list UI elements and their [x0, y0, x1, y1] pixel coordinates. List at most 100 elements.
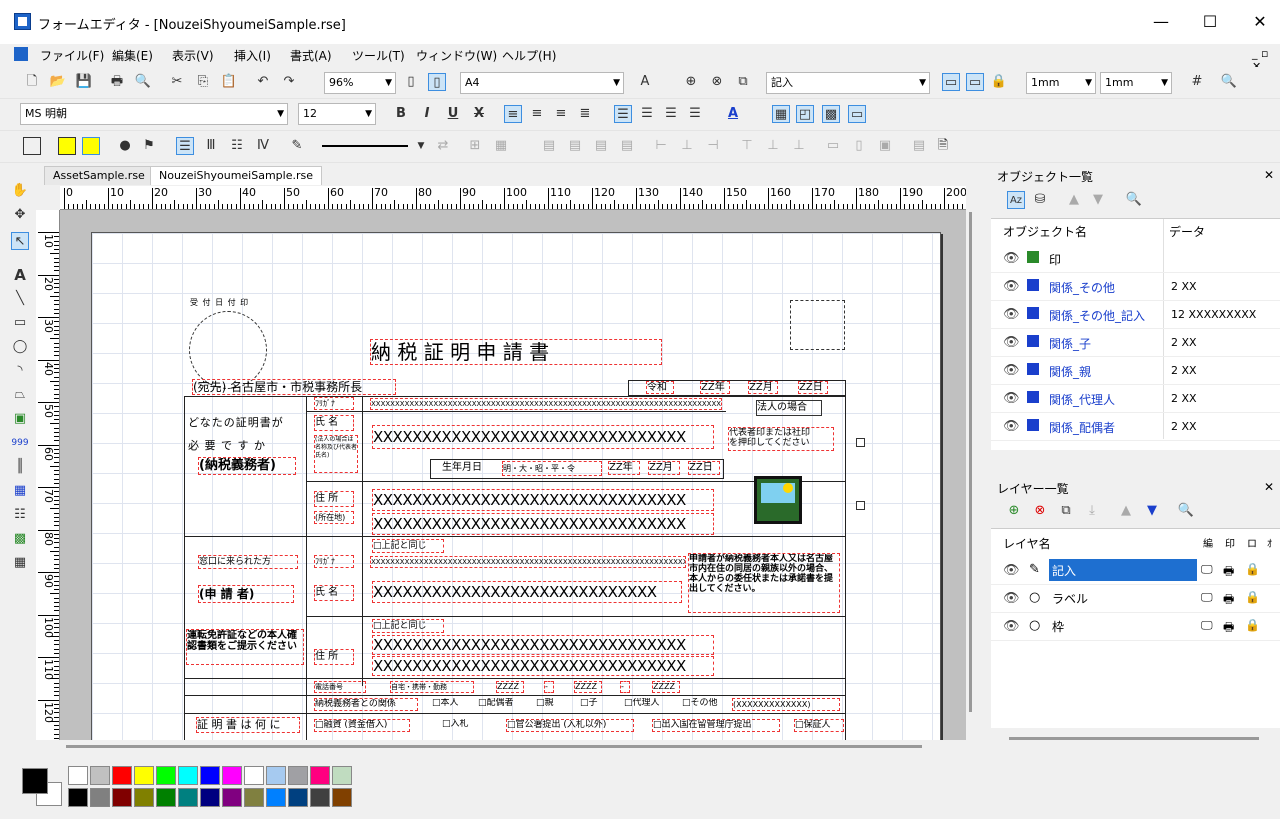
- align-middle-obj-icon[interactable]: ⊥: [764, 137, 782, 155]
- name-label-1[interactable]: 氏 名: [314, 415, 354, 431]
- fill-yellow-selected-icon[interactable]: [82, 137, 100, 155]
- rect-tool-icon[interactable]: ▭: [11, 314, 29, 332]
- palette-swatch[interactable]: [156, 766, 176, 785]
- minimize-button[interactable]: —: [1146, 10, 1176, 34]
- corp-label[interactable]: 法人の場合: [756, 400, 822, 416]
- phone-dash-1[interactable]: -: [544, 681, 554, 693]
- line-style-4-icon[interactable]: Ⅳ: [254, 137, 272, 155]
- size-3-icon[interactable]: ▣: [876, 137, 894, 155]
- palette-swatch[interactable]: [90, 788, 110, 807]
- visibility-eye-icon[interactable]: 👁: [1003, 251, 1020, 266]
- date-day[interactable]: ZZ日: [798, 381, 828, 394]
- menu-tools[interactable]: ツール(T): [352, 47, 405, 64]
- same-2[interactable]: □上記と同じ: [372, 619, 444, 633]
- visibility-eye-icon[interactable]: 👁: [1003, 279, 1020, 294]
- table-tool-icon[interactable]: ▦: [11, 482, 29, 500]
- strike-icon[interactable]: X: [470, 105, 488, 123]
- print-icon[interactable]: 🖶: [108, 73, 126, 91]
- address-label-1[interactable]: 住 所: [314, 491, 354, 507]
- layer-hscroll[interactable]: [991, 732, 1280, 746]
- tab-asset-sample[interactable]: AssetSample.rse: [44, 166, 154, 185]
- edit-enabled-icon[interactable]: 🖵: [1201, 618, 1213, 633]
- merge-layer-icon[interactable]: ⤓: [1083, 502, 1101, 520]
- name-corp-label[interactable]: (法人の場合は名称及び代表者氏名): [314, 435, 358, 473]
- birth-day[interactable]: ZZ日: [688, 461, 720, 475]
- text-tool-icon[interactable]: A: [11, 266, 29, 284]
- phone-kind[interactable]: 自宅・携帯・勤務: [390, 681, 474, 693]
- align-left-obj-icon[interactable]: ⊢: [652, 137, 670, 155]
- order-2-icon[interactable]: ▤: [566, 137, 584, 155]
- whole-page-icon[interactable]: ▯: [428, 73, 446, 91]
- preview-icon[interactable]: 🔍: [134, 73, 152, 91]
- align-right-icon[interactable]: ≡: [552, 105, 570, 123]
- zoom-select[interactable]: 96% ▼: [324, 72, 396, 94]
- align-bottom-obj-icon[interactable]: ⊥: [790, 137, 808, 155]
- design-canvas[interactable]: 受 付 日 付 印 納 税 証 明 申 請 書 (宛先) 名古屋市・市税事務所長…: [60, 210, 966, 740]
- move-icon[interactable]: ✥: [11, 206, 29, 224]
- polygon-tool-icon[interactable]: ⏢: [11, 386, 29, 404]
- phone-part-1[interactable]: ZZZZ: [496, 681, 524, 693]
- cut-icon[interactable]: ✂: [168, 73, 186, 91]
- sort-az-icon[interactable]: Az: [1007, 191, 1025, 209]
- fg-color[interactable]: [22, 768, 48, 794]
- address-to[interactable]: (宛先) 名古屋市・市税事務所長: [192, 379, 396, 395]
- object-find-icon[interactable]: 🔍: [1125, 191, 1143, 209]
- address-label-corp[interactable]: (所在地): [314, 511, 354, 524]
- form-title[interactable]: 納 税 証 明 申 請 書: [370, 339, 662, 365]
- date-year[interactable]: ZZ年: [700, 381, 730, 394]
- object-panel-close[interactable]: ✕: [1264, 168, 1274, 182]
- address-value-1b[interactable]: XXXXXXXXXXXXXXXXXXXXXXXXXXXXXXXX: [372, 513, 714, 535]
- align-top-obj-icon[interactable]: ⊤: [738, 137, 756, 155]
- print-enabled-icon[interactable]: 🖶: [1223, 590, 1234, 611]
- valign-middle-icon[interactable]: ☰: [638, 105, 656, 123]
- underline-icon[interactable]: U: [444, 105, 462, 123]
- valign-top-icon[interactable]: ☰: [614, 105, 632, 123]
- layer-up-icon[interactable]: ▲: [1117, 502, 1135, 520]
- shape-flag-icon[interactable]: ⚑: [140, 137, 158, 155]
- palette-swatch[interactable]: [112, 766, 132, 785]
- visibility-eye-icon[interactable]: 👁: [1003, 307, 1020, 322]
- rel-self[interactable]: □本人: [432, 698, 470, 711]
- visibility-eye-icon[interactable]: 👁: [1003, 419, 1020, 434]
- object-row[interactable]: 👁 関係_代理人 2 XX: [991, 385, 1280, 413]
- visibility-eye-icon[interactable]: 👁: [1003, 563, 1020, 578]
- id-note[interactable]: 運転免許証などの本人確認書類をご提示ください: [186, 629, 304, 665]
- properties-icon[interactable]: 🗎: [934, 137, 952, 155]
- vertical-scrollbar[interactable]: [966, 186, 976, 740]
- layer-select[interactable]: 記入 ▼: [766, 72, 930, 94]
- font-color-icon[interactable]: A: [724, 105, 742, 123]
- table-icon[interactable]: ⊞: [466, 137, 484, 155]
- menu-format[interactable]: 書式(A): [290, 47, 332, 64]
- use-gov[interactable]: □官公署提出 (入札以外): [506, 719, 634, 732]
- move-up-icon[interactable]: ▲: [1065, 191, 1083, 209]
- object-row[interactable]: 👁 関係_親 2 XX: [991, 357, 1280, 385]
- paper-setting-icon[interactable]: A: [636, 73, 654, 91]
- order-3-icon[interactable]: ▤: [592, 137, 610, 155]
- italic-icon[interactable]: I: [418, 105, 436, 123]
- barcode-tool-icon[interactable]: ║: [11, 458, 29, 476]
- visibility-eye-icon[interactable]: 👁: [1003, 363, 1020, 378]
- tab-nouzei-sample[interactable]: NouzeiShyoumeiSample.rse: [150, 166, 322, 185]
- layer-toggle-icon[interactable]: ○: [1029, 618, 1040, 633]
- line-style-2-icon[interactable]: Ⅲ: [202, 137, 220, 155]
- align-right-obj-icon[interactable]: ⊣: [704, 137, 722, 155]
- address-value-2b[interactable]: XXXXXXXXXXXXXXXXXXXXXXXXXXXXXXXX: [372, 656, 714, 676]
- furigana-label-1[interactable]: ﾌﾘｶﾞﾅ: [314, 397, 354, 410]
- palette-swatch[interactable]: [178, 788, 198, 807]
- palette-swatch[interactable]: [288, 788, 308, 807]
- relation-label[interactable]: 納税義務者との関係: [314, 698, 418, 711]
- address-value-2a[interactable]: XXXXXXXXXXXXXXXXXXXXXXXXXXXXXXXX: [372, 635, 714, 655]
- rel-other-value[interactable]: (XXXXXXXXXXXXX): [732, 698, 840, 711]
- date-month[interactable]: ZZ月: [748, 381, 778, 394]
- align-objects-icon[interactable]: ⇄: [434, 137, 452, 155]
- object-hscroll[interactable]: [991, 452, 1280, 462]
- line-style-3-icon[interactable]: ☷: [228, 137, 246, 155]
- line-width-dropdown-icon[interactable]: ▼: [412, 137, 430, 155]
- fill-yellow-icon[interactable]: [58, 137, 76, 155]
- menu-insert[interactable]: 挿入(I): [234, 47, 271, 64]
- edit-enabled-icon[interactable]: 🖵: [1201, 590, 1213, 605]
- align-center-obj-icon[interactable]: ⊥: [678, 137, 696, 155]
- print-enabled-icon[interactable]: 🖶: [1223, 618, 1234, 639]
- grid-table-icon[interactable]: ▦: [492, 137, 510, 155]
- qrcode-tool-icon[interactable]: ▦: [11, 554, 29, 572]
